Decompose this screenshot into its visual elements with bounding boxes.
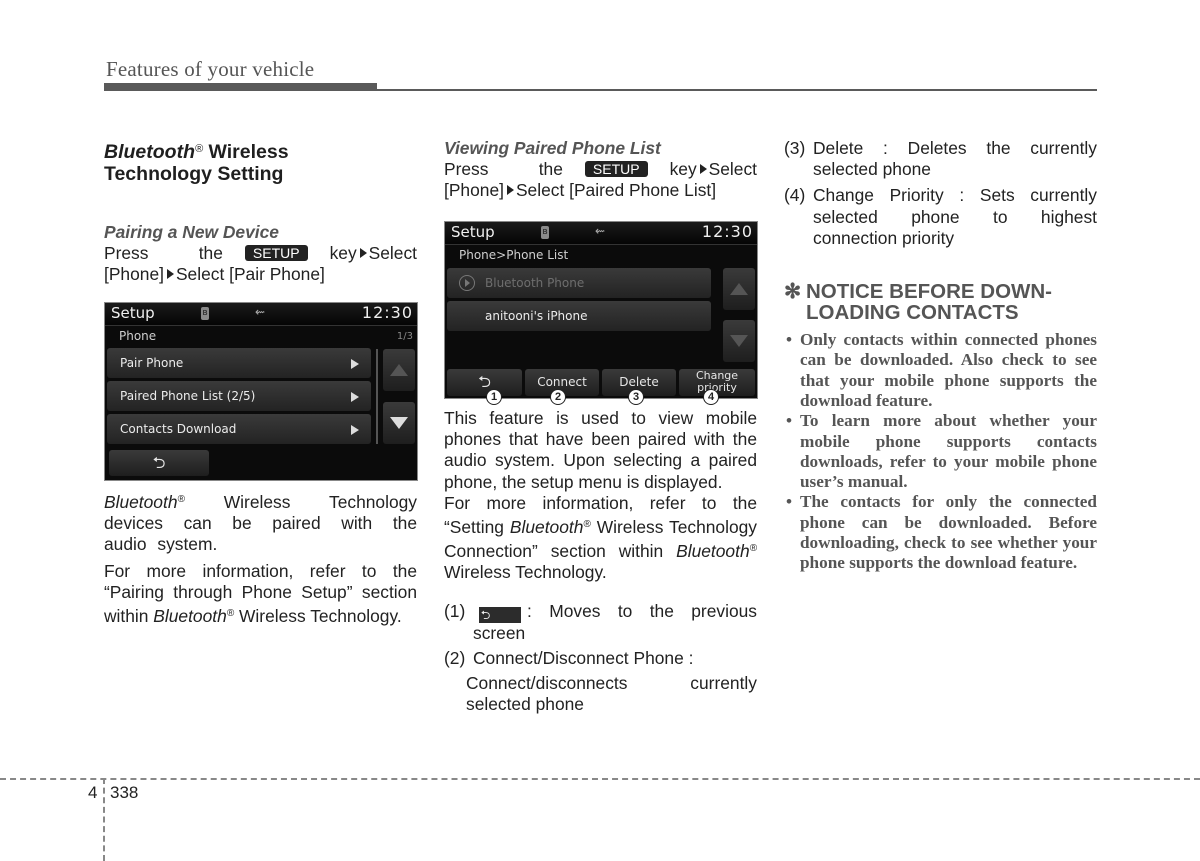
setup-key-badge: SETUP: [244, 245, 308, 262]
arrow-right-icon: [359, 248, 367, 259]
paragraph-more-info: For more information, refer to the “Pair…: [104, 560, 417, 627]
column-1: Bluetooth® Wireless Technology Setting P…: [104, 138, 417, 286]
clock: 12:30: [701, 222, 753, 241]
notice-bullet-list: Only contacts within connected phones ca…: [784, 330, 1097, 574]
play-arrow-icon: [351, 425, 359, 435]
footer-rule: [0, 778, 1200, 780]
arrow-right-icon: [166, 269, 174, 280]
column-3: (3) Delete : Deletes the currently selec…: [784, 138, 1097, 574]
page-number: 338: [110, 783, 139, 802]
header-rule-thick: [104, 83, 377, 91]
column-2: Viewing Paired Phone List Press the SETUP…: [444, 138, 757, 202]
phone-item-anitooni-iphone[interactable]: anitooni's iPhone: [447, 301, 711, 331]
instruction-pairing: Press the SETUP key Select [Phone] Select [P…: [104, 243, 417, 285]
menu-item-contacts-download[interactable]: Contacts Download: [107, 414, 371, 444]
scroll-down-button[interactable]: [723, 320, 755, 362]
bluetooth-icon: ʙ: [201, 307, 209, 320]
play-circle-icon: [459, 275, 475, 291]
callout-3: 3: [628, 389, 644, 405]
header-rule-thin: [377, 89, 1097, 91]
paragraph-feature-description: This feature is used to view mobile phon…: [444, 408, 757, 492]
notice-bullet: Only contacts within connected phones ca…: [784, 330, 1097, 411]
scroll-up-button[interactable]: [383, 349, 415, 391]
notice-bullet: To learn more about whether your mobile …: [784, 411, 1097, 492]
screen-title: Setup: [111, 304, 155, 322]
chapter-number: 4: [88, 783, 98, 802]
column-2-body: This feature is used to view mobile phon…: [444, 408, 757, 715]
section-title: Bluetooth® Wireless Technology Setting: [104, 141, 289, 185]
subsection-title-viewing: Viewing Paired Phone List: [444, 138, 661, 158]
asterisk-icon: ✻: [784, 280, 802, 304]
running-header-title: Features of your vehicle: [106, 57, 315, 81]
clock: 12:30: [361, 303, 413, 322]
scrollbar[interactable]: [376, 349, 378, 444]
bluetooth-icon: ʙ: [541, 226, 549, 239]
instruction-viewing: Press the SETUP key Select [Phone] Select [P…: [444, 159, 757, 201]
callout-1: 1: [486, 389, 502, 405]
usb-icon: ⇜: [255, 305, 266, 319]
usb-icon: ⇜: [595, 224, 606, 238]
page-indicator: 1/3: [396, 331, 413, 342]
menu-item-pair-phone[interactable]: Pair Phone: [107, 348, 371, 378]
footer-vertical-rule: [103, 778, 105, 861]
setup-key-badge: SETUP: [584, 161, 648, 178]
notice-bullet: The contacts for only the connected phon…: [784, 492, 1097, 573]
list-item-connect: (2) Connect/Disconnect Phone :: [444, 647, 694, 668]
arrow-right-icon: [699, 164, 707, 175]
screen-subheader: Phone: [119, 329, 157, 343]
list-item-delete: (3) Delete : Deletes the currently selec…: [784, 138, 1097, 180]
list-item-back: (1) ⮌: Moves to the previous screen: [444, 600, 757, 643]
setup-phone-screen: Setup ʙ ⇜ 12:30 Phone 1/3 Pair Phone Pai…: [104, 302, 418, 481]
play-arrow-icon: [351, 359, 359, 369]
callout-4: 4: [703, 389, 719, 405]
phone-list-screen: Setup ʙ ⇜ 12:30 Phone>Phone List Bluetoo…: [444, 221, 758, 399]
back-arrow-icon: ⮌: [478, 372, 491, 391]
down-arrow-icon: [390, 417, 408, 429]
callout-2: 2: [550, 389, 566, 405]
paragraph-more-info: For more information, refer to the “Sett…: [444, 492, 758, 583]
scroll-up-button[interactable]: [723, 268, 755, 310]
phone-item-bluetooth-phone[interactable]: Bluetooth Phone: [447, 268, 711, 298]
back-button[interactable]: ⮌: [447, 369, 522, 396]
scroll-down-button[interactable]: [383, 402, 415, 444]
back-arrow-icon: ⮌: [152, 453, 166, 472]
subsection-title-pairing: Pairing a New Device: [104, 222, 279, 242]
menu-item-paired-phone-list[interactable]: Paired Phone List (2/5): [107, 381, 371, 411]
notice-title: ✻ NOTICE BEFORE DOWN- LOADING CONTACTS: [784, 280, 1052, 325]
play-arrow-icon: [351, 392, 359, 402]
back-button[interactable]: ⮌: [109, 450, 209, 476]
back-arrow-icon: ⮌: [479, 606, 521, 623]
list-item-connect-detail: Connect/disconnects currently selected p…: [466, 673, 757, 715]
screen-status-bar: Setup ʙ ⇜ 12:30: [105, 303, 417, 326]
column-1-body: Bluetooth® Wireless Technology devices c…: [104, 489, 417, 627]
up-arrow-icon: [730, 283, 748, 295]
screen-title: Setup: [451, 223, 495, 241]
screen-status-bar: Setup ʙ ⇜ 12:30: [445, 222, 757, 245]
down-arrow-icon: [730, 335, 748, 347]
paragraph-bluetooth-devices: Bluetooth® Wireless Technology devices c…: [104, 492, 417, 555]
breadcrumb: Phone>Phone List: [459, 248, 569, 262]
arrow-right-icon: [506, 185, 514, 196]
list-item-change-priority: (4) Change Priority : Sets currently sel…: [784, 185, 1097, 248]
up-arrow-icon: [390, 364, 408, 376]
